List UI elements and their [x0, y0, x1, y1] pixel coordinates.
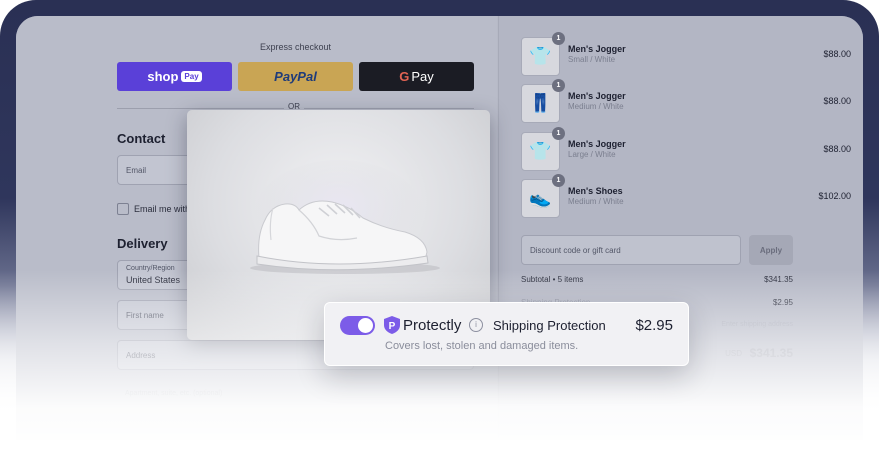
shop-pay-tag: Pay — [181, 71, 202, 82]
item-price: $88.00 — [823, 49, 851, 59]
delivery-title: Delivery — [117, 236, 168, 251]
contact-title: Contact — [117, 131, 166, 146]
cart-item: 👟 1 Men's Shoes Medium / White $102.00 — [521, 174, 851, 219]
shipping-note: Enter shipping address — [721, 321, 793, 328]
news-checkbox[interactable] — [117, 203, 129, 215]
country-label: Country/Region — [126, 265, 175, 272]
shipping-protection-title: Shipping Protection — [493, 318, 606, 333]
apply-button[interactable]: Apply — [749, 235, 793, 265]
shop-pay-button[interactable]: shop Pay — [117, 62, 232, 91]
email-placeholder: Email — [126, 166, 147, 175]
google-pay-button[interactable]: G Pay — [359, 62, 474, 91]
quantity-badge: 1 — [552, 174, 565, 187]
cart-item: 👕 1 Men's Jogger Large / White $88.00 — [521, 127, 851, 172]
shipping-protection-row-value: $2.95 — [772, 298, 793, 307]
item-name: Men's Jogger — [568, 44, 626, 54]
first-name-placeholder: First name — [126, 311, 164, 320]
cart-item: 👖 1 Men's Jogger Medium / White $88.00 — [521, 79, 851, 124]
discount-placeholder: Discount code or gift card — [530, 246, 621, 255]
item-price: $102.00 — [818, 191, 851, 201]
item-price: $88.00 — [823, 144, 851, 154]
svg-text:P: P — [389, 321, 396, 332]
total-currency: USD — [725, 349, 742, 358]
country-value: United States — [126, 275, 181, 285]
discount-input[interactable]: Discount code or gift card — [521, 235, 741, 265]
item-name: Men's Jogger — [568, 91, 626, 101]
protectly-widget: P Protectly i Shipping Protection $2.95 … — [324, 302, 689, 366]
subtotal-label: Subtotal • 5 items — [521, 275, 584, 284]
device-frame: Express checkout shop Pay PayPal G Pay O… — [0, 0, 879, 440]
info-icon[interactable]: i — [469, 318, 483, 332]
quantity-badge: 1 — [552, 127, 565, 140]
toggle-knob — [358, 318, 373, 333]
quantity-badge: 1 — [552, 32, 565, 45]
google-g-icon: G — [399, 69, 410, 84]
express-checkout-label: Express checkout — [259, 42, 332, 52]
quantity-badge: 1 — [552, 79, 565, 92]
shipping-protection-description: Covers lost, stolen and damaged items. — [385, 340, 579, 352]
paypal-button[interactable]: PayPal — [238, 62, 353, 91]
protectly-brand-name: Protectly — [403, 317, 462, 334]
item-price: $88.00 — [823, 96, 851, 106]
item-variant: Large / White — [568, 150, 616, 159]
shipping-protection-price: $2.95 — [635, 317, 673, 334]
apartment-hint: Apartment, suite, etc. (optional) — [125, 390, 223, 397]
item-variant: Medium / White — [568, 197, 624, 206]
item-variant: Medium / White — [568, 102, 624, 111]
address-placeholder: Address — [126, 351, 156, 360]
protectly-shield-icon: P — [384, 316, 400, 334]
protection-toggle[interactable] — [340, 316, 375, 335]
total-value: $341.35 — [749, 346, 793, 360]
paypal-label: PayPal — [274, 69, 317, 84]
item-name: Men's Shoes — [568, 186, 623, 196]
item-variant: Small / White — [568, 55, 616, 64]
cart-item: 👕 1 Men's Jogger Small / White $88.00 — [521, 32, 851, 77]
shop-pay-label: shop — [147, 69, 179, 84]
google-pay-label: Pay — [411, 69, 434, 84]
subtotal-value: $341.35 — [764, 275, 793, 284]
order-summary-pane: 👕 1 Men's Jogger Small / White $88.00 👖 … — [498, 16, 863, 440]
item-name: Men's Jogger — [568, 139, 626, 149]
